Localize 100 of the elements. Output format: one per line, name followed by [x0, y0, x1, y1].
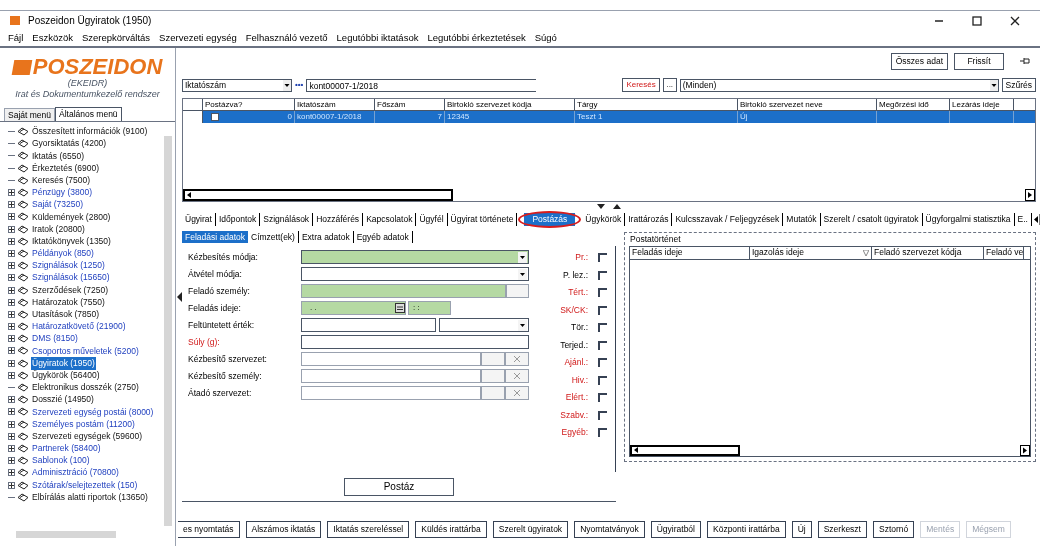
tree-item[interactable]: Példányok (850) [31, 247, 95, 260]
column-header[interactable]: Postázva? [203, 99, 295, 110]
tab[interactable]: Kulcsszavak / Feljegyzések [672, 212, 784, 226]
tab[interactable]: Ügyirat története [447, 212, 518, 226]
checkbox[interactable] [211, 113, 219, 121]
input-field[interactable] [301, 352, 481, 366]
menu-item[interactable]: Szervezeti egység [159, 30, 237, 46]
tree-item[interactable]: Gyorsiktatás (4200) [31, 137, 108, 151]
menu-item[interactable]: Szerepkörváltás [81, 30, 151, 46]
expand-toggle[interactable] [8, 274, 15, 282]
expand-toggle[interactable] [8, 298, 15, 306]
tree-item[interactable]: Saját (73250) [31, 198, 85, 212]
column-header[interactable]: Iktatószám [295, 99, 375, 110]
tab[interactable]: Kapcsolatok [363, 212, 417, 226]
action-button[interactable]: Új [791, 520, 812, 538]
expand-toggle[interactable] [8, 444, 15, 452]
tree-item[interactable]: Szervezeti egységek (59600) [31, 429, 144, 443]
action-button[interactable]: Ügyiratból [650, 520, 701, 538]
input-field[interactable] [301, 386, 481, 400]
action-button[interactable]: Szerelt ügyiratok [492, 520, 569, 538]
time-field[interactable]: : : [408, 301, 451, 315]
tree-item[interactable]: Keresés (7500) [31, 173, 92, 187]
expand-toggle[interactable] [8, 408, 15, 416]
expand-toggle[interactable] [8, 457, 15, 465]
side-tab[interactable]: Általános menü [55, 106, 122, 121]
tab[interactable]: Ügyfél [416, 212, 448, 226]
side-tab[interactable]: Saját menü [4, 107, 55, 121]
tab[interactable]: Hozzáférés [313, 212, 364, 226]
menu-item[interactable]: Súgó [534, 30, 557, 46]
expand-toggle[interactable] [8, 420, 15, 428]
tree-item[interactable]: Pénzügy (3800) [31, 186, 93, 199]
horizontal-scrollbar[interactable] [183, 189, 453, 201]
tree-item[interactable]: Szignálások (15650) [31, 271, 111, 285]
tree-item[interactable]: Ügykörök (56400) [31, 368, 101, 382]
tree-item[interactable]: Elbírálás alatti riportok (13650) [31, 490, 149, 504]
tree-item[interactable]: Partnerek (58400) [31, 442, 102, 455]
column-header[interactable]: Feladó szervezet kódja [872, 246, 984, 259]
expand-toggle[interactable] [8, 481, 15, 489]
scroll-right-icon[interactable] [1025, 189, 1035, 201]
expand-toggle[interactable] [8, 371, 15, 379]
expand-toggle[interactable] [8, 335, 15, 343]
subtab[interactable]: Extra adatok [298, 231, 354, 243]
clear-button[interactable] [505, 386, 529, 400]
tree-item[interactable]: Sablonok (100) [31, 454, 91, 468]
column-header[interactable]: Megőrzési idő [877, 99, 950, 110]
scroll-left-icon[interactable] [185, 191, 193, 199]
tree-item[interactable]: Ügyiratok (1950) [31, 356, 96, 370]
expand-toggle[interactable] [8, 237, 15, 245]
menu-item[interactable]: Felhasználó vezető [245, 30, 328, 46]
column-header[interactable]: Igazolás ideje [750, 246, 872, 259]
search-button[interactable]: Keresés [622, 78, 660, 92]
column-header[interactable]: Birtokló szervezet neve [738, 99, 877, 110]
tab[interactable]: Szerelt / csatolt ügyiratok [820, 212, 923, 226]
tree-item[interactable]: DMS (8150) [31, 332, 79, 346]
input-field[interactable] [301, 318, 436, 332]
column-header[interactable]: Feladó ve [984, 246, 1024, 259]
expand-toggle[interactable] [8, 189, 15, 197]
collapse-arrow-icon[interactable] [176, 292, 182, 302]
tree-item[interactable]: Szótárak/selejtezettek (150) [31, 478, 139, 492]
menu-item[interactable]: Eszközök [32, 30, 73, 46]
action-button[interactable]: Központi irattárba [707, 520, 786, 538]
action-button[interactable]: es nyomtatás [178, 520, 240, 538]
toolbar-button[interactable]: Összes adat [890, 52, 948, 70]
action-button[interactable]: Alszámos iktatás [245, 520, 322, 538]
tree-item[interactable]: Csoportos műveletek (5200) [31, 344, 140, 358]
subtab[interactable]: Címzett(ek) [248, 231, 299, 243]
tree-item[interactable]: Adminisztráció (70800) [31, 466, 120, 480]
tab[interactable]: Időpontok [215, 212, 261, 226]
tab[interactable]: E.. [1014, 212, 1032, 226]
filter-dropdown[interactable]: (Minden) [679, 78, 999, 92]
tree-item[interactable]: Elektronikus dosszék (2750) [31, 381, 140, 394]
tree-item[interactable]: Iktatás (6550) [31, 149, 85, 163]
tree-item[interactable]: Dosszié (14950) [31, 393, 95, 407]
expand-toggle[interactable] [8, 225, 15, 233]
column-header[interactable]: Lezárás ideje [950, 99, 1014, 110]
expand-toggle[interactable] [8, 201, 15, 209]
expand-toggle[interactable] [8, 310, 15, 318]
filter-button[interactable]: Szűrés [1001, 78, 1036, 92]
column-header[interactable]: Főszám [375, 99, 445, 110]
tab[interactable]: Ügyirat [182, 212, 216, 226]
dots-button[interactable]: ... [662, 78, 677, 92]
tab[interactable]: Irattározás [625, 212, 673, 226]
post-button[interactable]: Postáz [344, 477, 454, 496]
horizontal-scrollbar[interactable] [630, 444, 740, 456]
action-button[interactable]: Nyomtatványok [574, 520, 645, 538]
tab[interactable]: Ügykörök [582, 212, 626, 226]
pin-icon[interactable] [1020, 57, 1030, 65]
date-field[interactable]: . . [301, 301, 406, 315]
action-button[interactable]: Sztornó [873, 520, 915, 538]
dropdown[interactable] [301, 250, 529, 264]
action-button[interactable]: Küldés irattárba [415, 520, 487, 538]
search-field[interactable]: kont00007-1/2018 [306, 78, 537, 92]
tab[interactable]: Mutatók [783, 212, 821, 226]
tab[interactable]: Szignálások [260, 212, 314, 226]
calendar-icon[interactable] [395, 303, 405, 313]
tree-item[interactable]: Személyes postám (11200) [31, 417, 136, 431]
table-row[interactable]: 0 kont00007-1/2018 7 12345 Teszt 1 Új [183, 111, 1035, 123]
expand-toggle[interactable] [8, 213, 15, 221]
clear-button[interactable] [505, 369, 529, 383]
menu-item[interactable]: Legutóbbi érkeztetések [427, 30, 526, 46]
